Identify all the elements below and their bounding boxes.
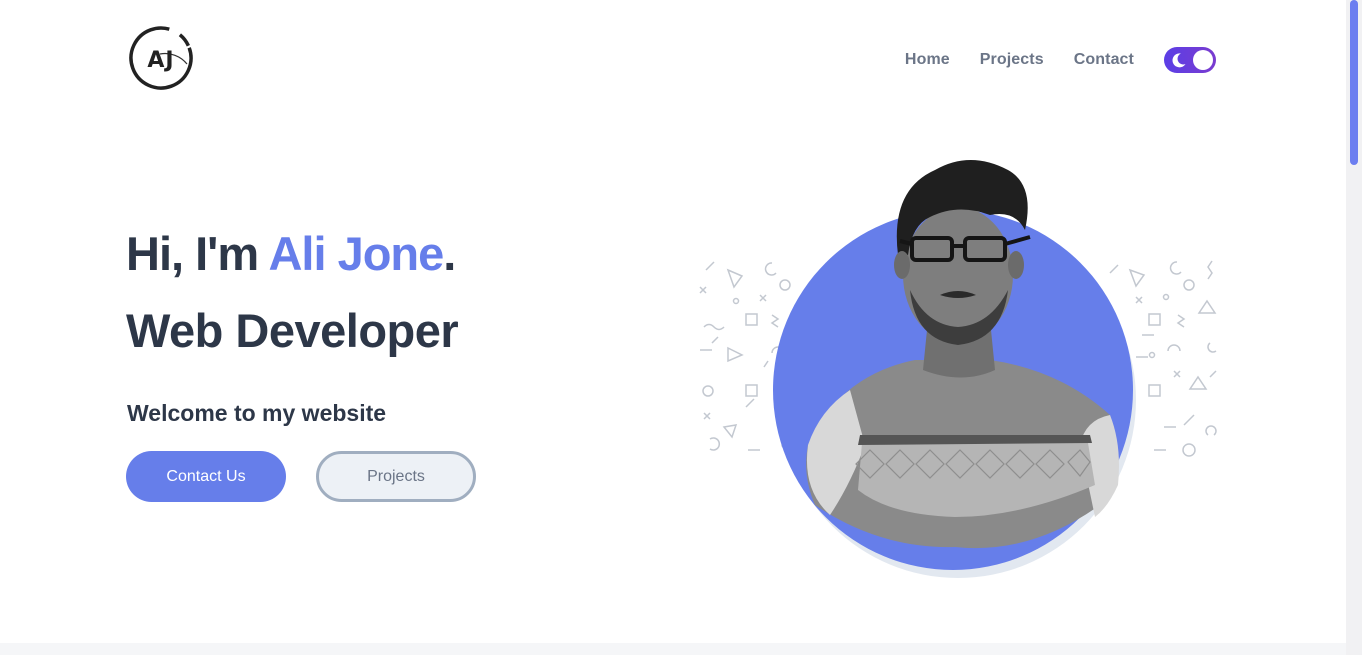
hero-name: Ali Jone [268, 227, 444, 280]
section-divider [0, 643, 1346, 655]
greeting-prefix: Hi, I'm [126, 227, 269, 280]
toggle-knob [1193, 50, 1213, 70]
nav-home-link[interactable]: Home [905, 51, 950, 69]
logo[interactable]: AJ [127, 24, 195, 92]
page-scrollbar[interactable] [1346, 0, 1362, 655]
main-nav: Home Projects Contact [905, 47, 1216, 73]
logo-text: AJ [147, 48, 174, 73]
theme-toggle[interactable] [1164, 47, 1216, 73]
greeting-suffix: . [443, 227, 456, 280]
hero-greeting: Hi, I'm Ali Jone. [126, 226, 456, 281]
hero-illustration [690, 145, 1230, 585]
hero-welcome: Welcome to my website [127, 400, 387, 426]
scrollbar-thumb[interactable] [1350, 0, 1358, 165]
hero-role: Web Developer [126, 304, 459, 357]
moon-icon [1172, 53, 1186, 68]
projects-button[interactable]: Projects [316, 451, 476, 502]
contact-us-button[interactable]: Contact Us [126, 451, 286, 502]
nav-projects-link[interactable]: Projects [980, 51, 1044, 69]
nav-contact-link[interactable]: Contact [1074, 51, 1134, 69]
